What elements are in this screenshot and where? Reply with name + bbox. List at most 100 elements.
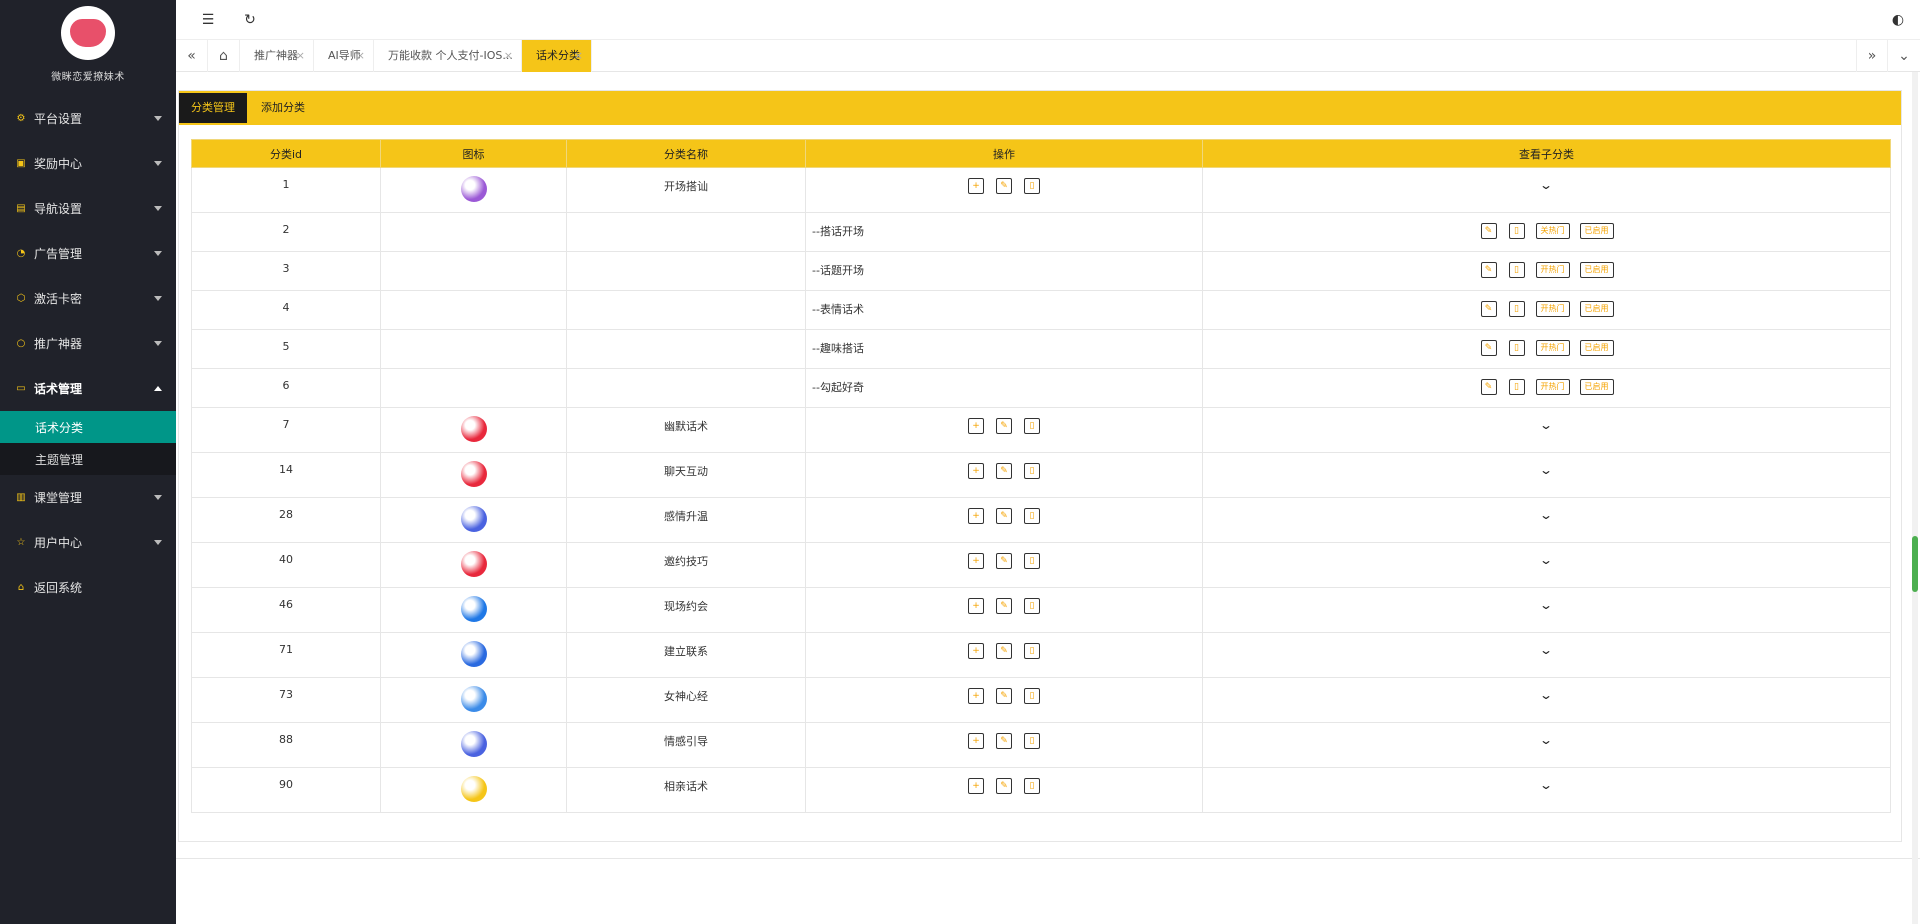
- menu-fold-icon[interactable]: ☰: [200, 12, 216, 28]
- home-tab-icon[interactable]: ⌂: [208, 40, 240, 72]
- tabs-scroll-left-icon[interactable]: «: [176, 40, 208, 72]
- sidebar-item-0[interactable]: ⚙ 平台设置: [0, 96, 176, 141]
- tab-1[interactable]: AI导师 ×: [314, 40, 374, 72]
- enabled-toggle-button[interactable]: 已启用: [1579, 301, 1614, 317]
- sidebar-item-4[interactable]: ⬡ 激活卡密: [0, 276, 176, 321]
- hot-toggle-button[interactable]: 开热门: [1535, 262, 1570, 278]
- expand-chevron-icon[interactable]: ⌄: [1539, 553, 1553, 567]
- expand-chevron-icon[interactable]: ⌄: [1539, 598, 1553, 612]
- delete-icon[interactable]: ▯: [1024, 598, 1040, 614]
- edit-icon[interactable]: ✎: [1480, 340, 1497, 356]
- add-icon[interactable]: +: [968, 688, 984, 704]
- add-icon[interactable]: +: [968, 418, 984, 434]
- delete-icon[interactable]: ▯: [1024, 778, 1040, 794]
- hot-toggle-button[interactable]: 开热门: [1535, 340, 1570, 356]
- delete-icon[interactable]: ▯: [1024, 688, 1040, 704]
- edit-icon[interactable]: ✎: [996, 598, 1012, 614]
- scrollbar[interactable]: [1912, 72, 1918, 924]
- edit-icon[interactable]: ✎: [996, 643, 1012, 659]
- edit-icon[interactable]: ✎: [1480, 301, 1497, 317]
- add-icon[interactable]: +: [968, 598, 984, 614]
- tabs-scroll-right-icon[interactable]: »: [1856, 40, 1888, 72]
- add-icon[interactable]: +: [968, 508, 984, 524]
- edit-icon[interactable]: ✎: [1480, 262, 1497, 278]
- edit-icon[interactable]: ✎: [996, 508, 1012, 524]
- expand-chevron-icon[interactable]: ⌄: [1539, 733, 1553, 747]
- edit-icon[interactable]: ✎: [996, 463, 1012, 479]
- delete-icon[interactable]: ▯: [1024, 508, 1040, 524]
- tab-add-category[interactable]: 添加分类: [249, 93, 317, 123]
- tab-0[interactable]: 推广神器 ×: [240, 40, 314, 72]
- expand-chevron-icon[interactable]: ⌄: [1539, 643, 1553, 657]
- hot-toggle-button[interactable]: 关热门: [1535, 223, 1570, 239]
- expand-chevron-icon[interactable]: ⌄: [1539, 178, 1553, 192]
- delete-icon[interactable]: ▯: [1508, 223, 1525, 239]
- expand-chevron-icon[interactable]: ⌄: [1539, 418, 1553, 432]
- sidebar-item-7[interactable]: ▥ 课堂管理: [0, 475, 176, 520]
- add-icon[interactable]: +: [968, 178, 984, 194]
- edit-icon[interactable]: ✎: [996, 688, 1012, 704]
- sidebar-item-5[interactable]: ○ 推广神器: [0, 321, 176, 366]
- edit-icon[interactable]: ✎: [996, 553, 1012, 569]
- delete-icon[interactable]: ▯: [1024, 418, 1040, 434]
- tab-3[interactable]: 话术分类 ×: [522, 40, 592, 72]
- cell-icon: [380, 167, 567, 213]
- delete-icon[interactable]: ▯: [1508, 301, 1525, 317]
- hot-toggle-button[interactable]: 开热门: [1535, 301, 1570, 317]
- close-icon[interactable]: ×: [356, 40, 365, 72]
- submenu-item-0[interactable]: 话术分类: [0, 411, 176, 443]
- sidebar-item-8[interactable]: ☆ 用户中心: [0, 520, 176, 565]
- add-icon[interactable]: +: [968, 553, 984, 569]
- add-icon[interactable]: +: [968, 643, 984, 659]
- sidebar-item-1[interactable]: ▣ 奖励中心: [0, 141, 176, 186]
- expand-chevron-icon[interactable]: ⌄: [1539, 508, 1553, 522]
- delete-icon[interactable]: ▯: [1024, 733, 1040, 749]
- refresh-icon[interactable]: ↻: [242, 12, 258, 28]
- edit-icon[interactable]: ✎: [996, 778, 1012, 794]
- enabled-toggle-button[interactable]: 已启用: [1579, 223, 1614, 239]
- doc-icon: ▭: [16, 382, 26, 394]
- add-icon[interactable]: +: [968, 778, 984, 794]
- cell-icon: [380, 497, 567, 543]
- brand-logo[interactable]: [61, 6, 115, 60]
- caret-down-icon: [154, 206, 162, 211]
- expand-chevron-icon[interactable]: ⌄: [1539, 463, 1553, 477]
- close-icon[interactable]: ×: [574, 40, 583, 72]
- header-subcategories: 查看子分类: [1202, 139, 1891, 168]
- edit-icon[interactable]: ✎: [996, 178, 1012, 194]
- theme-icon[interactable]: ◐: [1890, 12, 1906, 28]
- submenu-item-1[interactable]: 主题管理: [0, 443, 176, 475]
- edit-icon[interactable]: ✎: [1480, 223, 1497, 239]
- edit-icon[interactable]: ✎: [996, 418, 1012, 434]
- edit-icon[interactable]: ✎: [996, 733, 1012, 749]
- hot-toggle-button[interactable]: 开热门: [1535, 379, 1570, 395]
- category-icon: [460, 686, 487, 712]
- delete-icon[interactable]: ▯: [1024, 643, 1040, 659]
- delete-icon[interactable]: ▯: [1508, 262, 1525, 278]
- sidebar-item-2[interactable]: ▤ 导航设置: [0, 186, 176, 231]
- close-icon[interactable]: ×: [504, 40, 513, 72]
- sidebar-item-6[interactable]: ▭ 话术管理: [0, 366, 176, 411]
- delete-icon[interactable]: ▯: [1024, 178, 1040, 194]
- add-icon[interactable]: +: [968, 463, 984, 479]
- enabled-toggle-button[interactable]: 已启用: [1579, 379, 1614, 395]
- add-icon[interactable]: +: [968, 733, 984, 749]
- tab-category-manage[interactable]: 分类管理: [179, 93, 247, 123]
- delete-icon[interactable]: ▯: [1508, 379, 1525, 395]
- layout-icon: ▤: [16, 202, 26, 214]
- table-row: 2 --搭话开场 ✎ ▯ 关热门 已启用: [191, 212, 1891, 252]
- scrollbar-thumb[interactable]: [1912, 536, 1918, 592]
- expand-chevron-icon[interactable]: ⌄: [1539, 778, 1553, 792]
- enabled-toggle-button[interactable]: 已启用: [1579, 340, 1614, 356]
- tabs-dropdown-icon[interactable]: ⌄: [1888, 40, 1920, 72]
- expand-chevron-icon[interactable]: ⌄: [1539, 688, 1553, 702]
- delete-icon[interactable]: ▯: [1024, 553, 1040, 569]
- enabled-toggle-button[interactable]: 已启用: [1579, 262, 1614, 278]
- delete-icon[interactable]: ▯: [1508, 340, 1525, 356]
- sidebar-item-9[interactable]: ⌂ 返回系统: [0, 565, 176, 610]
- edit-icon[interactable]: ✎: [1480, 379, 1497, 395]
- sidebar-item-3[interactable]: ◔ 广告管理: [0, 231, 176, 276]
- close-icon[interactable]: ×: [296, 40, 305, 72]
- delete-icon[interactable]: ▯: [1024, 463, 1040, 479]
- tab-2[interactable]: 万能收款 个人支付-IOS... ×: [374, 40, 522, 72]
